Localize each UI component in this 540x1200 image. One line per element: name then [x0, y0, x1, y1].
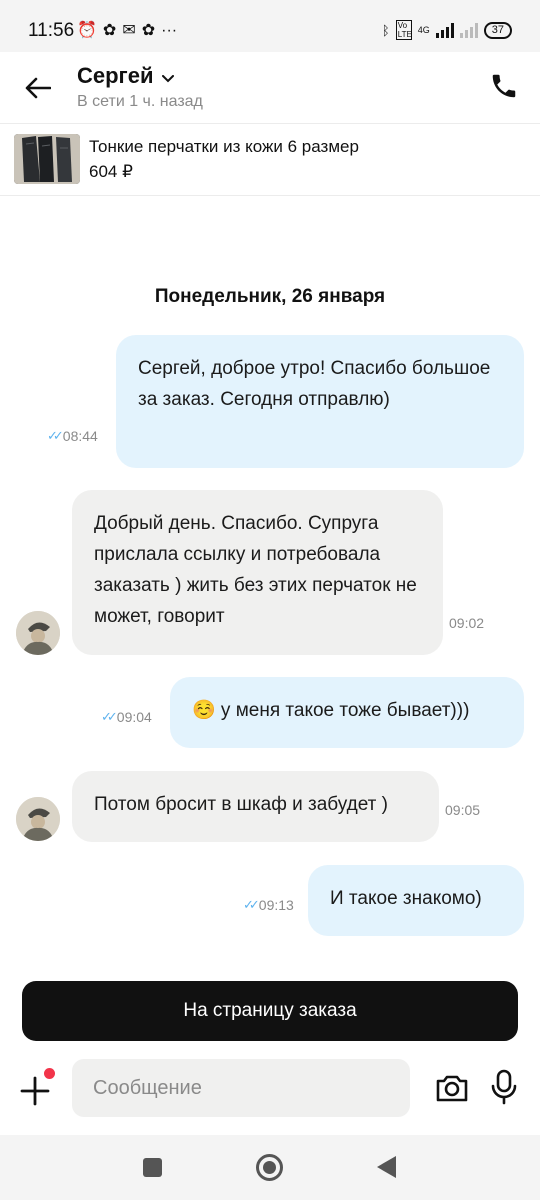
message-meta: ✓✓ 09:04	[101, 709, 152, 725]
order-page-button[interactable]: На страницу заказа	[22, 981, 518, 1041]
signal-icon	[435, 22, 454, 38]
signal-2-icon	[459, 22, 478, 38]
notification-icons: ⏰ ✿ ✉ ✿ ···	[77, 21, 177, 41]
recent-apps-button[interactable]	[143, 1158, 162, 1177]
bluetooth-icon: ᛒ	[381, 22, 390, 38]
microphone-icon	[491, 1069, 517, 1105]
message-bubble-outgoing[interactable]: ☺️ у меня такое тоже бывает)))	[170, 677, 524, 748]
message-text: Добрый день. Спасибо. Супруга прислала с…	[94, 513, 417, 627]
read-ticks-icon: ✓✓	[101, 709, 118, 724]
product-thumbnail	[14, 134, 80, 184]
message-text: Потом бросит в шкаф и забудет )	[94, 794, 388, 815]
message-text: ☺️ у меня такое тоже бывает)))	[192, 700, 470, 721]
message-bubble-outgoing[interactable]: Сергей, доброе утро! Спасибо большое за …	[116, 335, 524, 468]
mail-icon: ✉	[122, 22, 136, 39]
product-card[interactable]: Тонкие перчатки из кожи 6 размер 604 ₽	[0, 124, 540, 196]
app-notification-icon: ✿	[141, 22, 156, 39]
system-back-button[interactable]	[377, 1156, 396, 1178]
system-indicators: ᛒ Vo LTE 4G 37	[382, 20, 512, 40]
chevron-down-icon	[161, 74, 174, 83]
message-meta: 09:02	[449, 615, 484, 631]
message-input[interactable]	[72, 1059, 410, 1117]
message-meta: 09:05	[445, 802, 480, 818]
alarm-icon: ⏰	[77, 22, 97, 39]
attach-button[interactable]	[18, 1068, 58, 1110]
status-bar: 11:56 ⏰ ✿ ✉ ✿ ··· ᛒ Vo LTE 4G 37	[0, 0, 540, 52]
product-title: Тонкие перчатки из кожи 6 размер	[89, 137, 359, 156]
notification-dot	[44, 1068, 55, 1079]
network-type: 4G	[417, 25, 430, 35]
message-meta: ✓✓ 08:44	[47, 428, 98, 444]
message-time: 09:02	[449, 615, 485, 631]
status-time: 11:56	[28, 20, 75, 41]
product-price: 604 ₽	[89, 162, 133, 181]
message-meta: ✓✓ 09:13	[243, 897, 294, 913]
message-text: И такое знакомо)	[330, 888, 482, 909]
message-bubble-incoming[interactable]: Потом бросит в шкаф и забудет )	[72, 771, 439, 842]
phone-icon	[492, 74, 516, 98]
date-divider: Понедельник, 26 января	[154, 286, 386, 307]
contact-name: Сергей	[77, 63, 154, 88]
home-button[interactable]	[256, 1154, 283, 1181]
read-ticks-icon: ✓✓	[243, 897, 260, 912]
message-time: 09:05	[445, 802, 481, 818]
app-notification-icon: ✿	[102, 22, 117, 39]
system-navigation-bar	[0, 1135, 540, 1200]
arrow-left-icon	[25, 77, 51, 99]
message-bubble-incoming[interactable]: Добрый день. Спасибо. Супруга прислала с…	[72, 490, 443, 655]
camera-button[interactable]	[434, 1070, 470, 1106]
plus-icon	[20, 1076, 50, 1106]
volte-badge: Vo LTE	[395, 20, 412, 40]
chat-header: Сергей В сети 1 ч. назад	[0, 52, 540, 124]
more-notifications-icon: ···	[161, 22, 178, 39]
call-button[interactable]	[486, 68, 522, 104]
message-text: Сергей, доброе утро! Спасибо большое за …	[138, 358, 491, 410]
message-bubble-outgoing[interactable]: И такое знакомо)	[308, 865, 524, 936]
contact-info[interactable]: Сергей В сети 1 ч. назад	[77, 63, 203, 111]
message-time: 08:44	[62, 428, 98, 444]
battery-icon: 37	[483, 21, 512, 39]
avatar[interactable]	[16, 797, 60, 841]
read-ticks-icon: ✓✓	[47, 428, 64, 443]
back-button[interactable]	[18, 68, 58, 108]
contact-status: В сети 1 ч. назад	[77, 93, 203, 110]
avatar[interactable]	[16, 611, 60, 655]
message-time: 09:04	[116, 709, 152, 725]
message-time: 09:13	[258, 897, 294, 913]
mic-button[interactable]	[488, 1068, 520, 1106]
camera-icon	[436, 1075, 468, 1102]
message-composer	[0, 1052, 540, 1132]
